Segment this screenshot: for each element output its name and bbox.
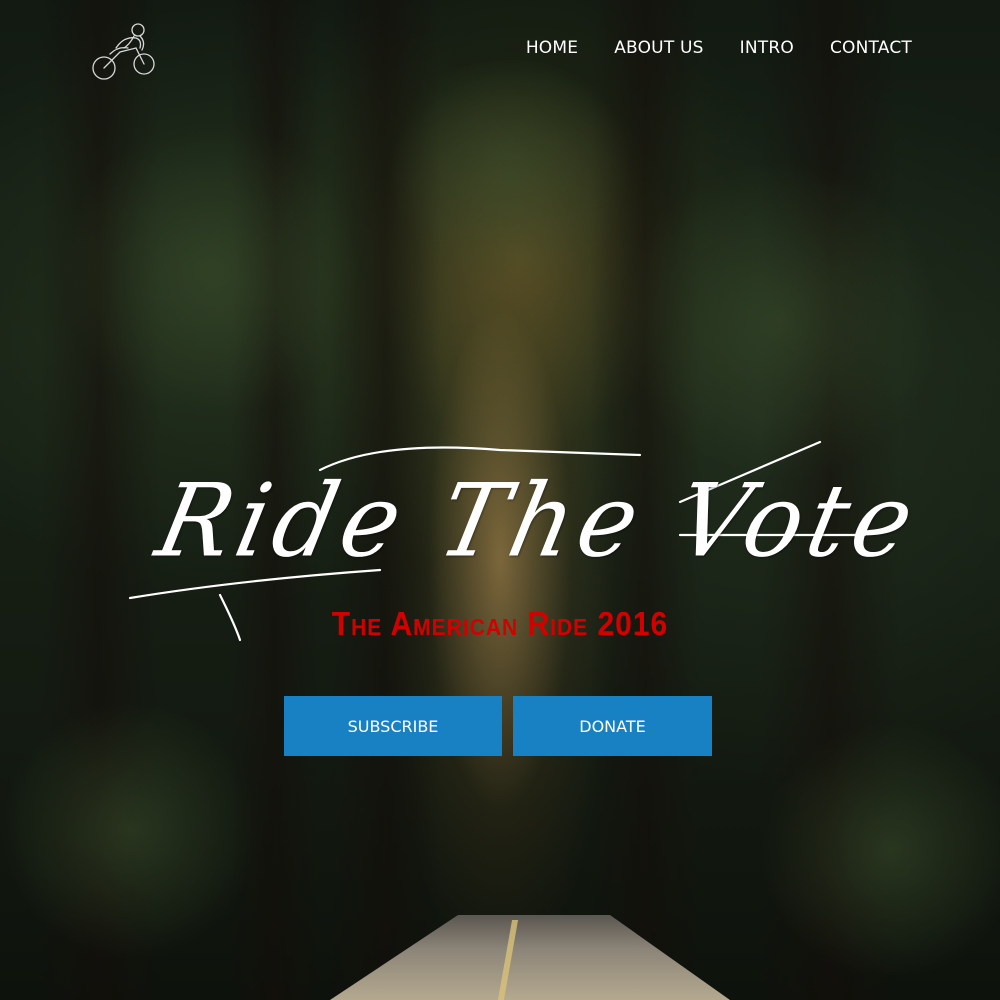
nav-about-us-link[interactable]: ABOUT US [614, 38, 703, 58]
main-nav: HOME ABOUT US INTRO CONTACT [526, 38, 912, 58]
nav-home-link[interactable]: HOME [526, 38, 578, 58]
subscribe-button[interactable]: SUBSCRIBE [284, 696, 502, 756]
logo[interactable] [90, 18, 160, 84]
foliage-decoration [0, 700, 260, 960]
hero-section: HOME ABOUT US INTRO CONTACT Ride The Vot… [0, 0, 1000, 1000]
cta-buttons: SUBSCRIBE DONATE [284, 696, 712, 756]
donate-button[interactable]: DONATE [513, 696, 712, 756]
nav-contact-link[interactable]: CONTACT [830, 38, 912, 58]
motorcycle-rider-icon [92, 23, 155, 80]
foliage-decoration [60, 120, 360, 420]
hero-subtitle: The American Ride 2016 [331, 606, 669, 643]
nav-intro-link[interactable]: INTRO [740, 38, 794, 58]
navbar: HOME ABOUT US INTRO CONTACT [0, 0, 1000, 100]
headline-text: Ride The Vote [147, 462, 930, 580]
